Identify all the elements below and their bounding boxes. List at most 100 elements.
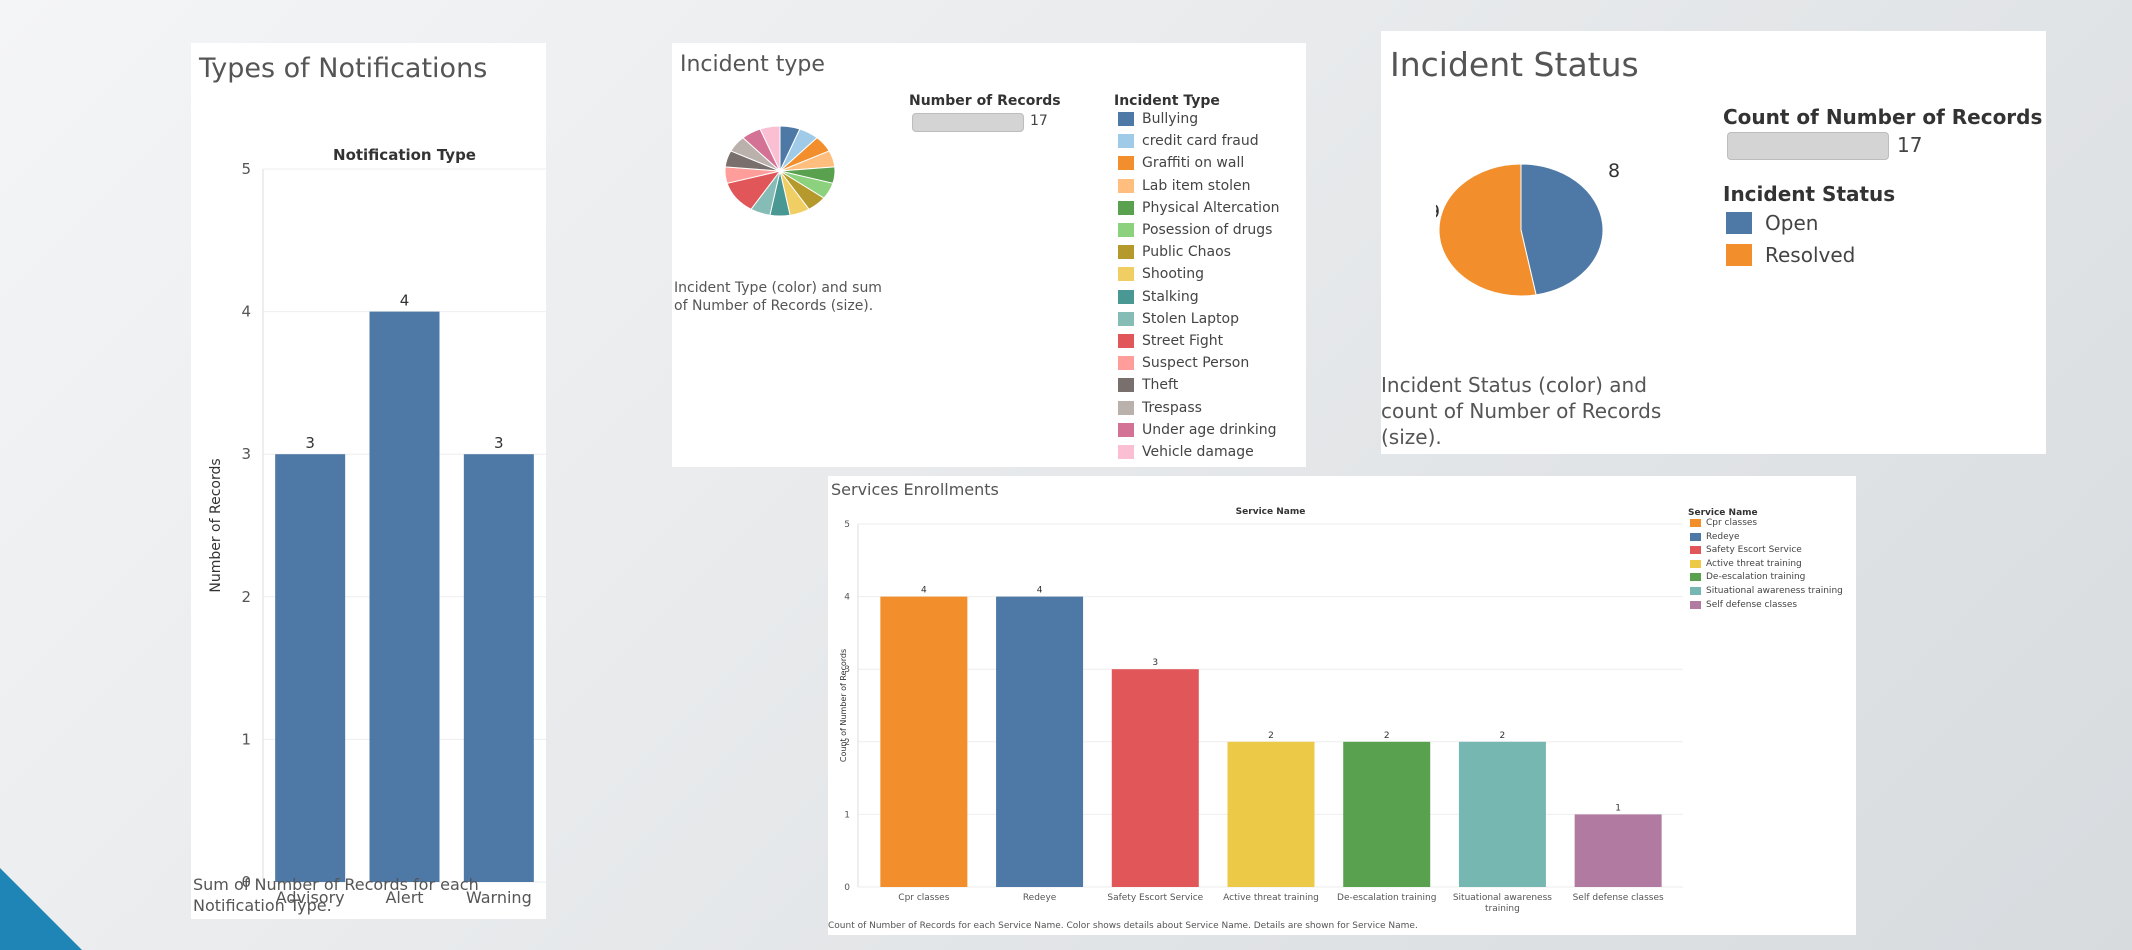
legend-swatch [1690, 519, 1701, 527]
bar-value-label: 3 [1152, 658, 1158, 668]
legend-swatch [1118, 178, 1134, 193]
legend-swatch [1118, 245, 1134, 260]
incident-type-legend-item: Public Chaos [1118, 244, 1231, 260]
incident-type-legend-item: Under age drinking [1118, 422, 1277, 438]
services-legend-item-safety-escort-service: Safety Escort Service [1690, 545, 1802, 555]
legend-swatch [1690, 587, 1701, 595]
incident-type-legend-item: Trespass [1118, 400, 1202, 416]
incident-status-slice-open [1520, 163, 1604, 296]
notifications-caption: Sum of Number of Records for each Notifi… [193, 875, 479, 915]
y-tick-label: 5 [844, 520, 850, 530]
y-tick-label: 0 [844, 883, 850, 893]
legend-label: Theft [1142, 377, 1179, 394]
y-tick-label: 4 [844, 593, 850, 603]
incident-type-legend-item: Posession of drugs [1118, 222, 1272, 238]
legend-swatch [1690, 600, 1701, 609]
incident-type-legend-item: Theft [1118, 377, 1178, 393]
incident-type-legend-item: Street Fight [1118, 333, 1223, 349]
legend-label: De-escalation training [1706, 572, 1806, 583]
legend-swatch [1690, 546, 1701, 555]
incident-status-pie-chart: 89 [1436, 160, 1620, 297]
y-axis-label: Count of Number of Records [839, 649, 848, 762]
legend-label: Resolved [1765, 243, 1856, 267]
bar-de-escalation-training [1343, 741, 1431, 887]
legend-swatch [1118, 378, 1134, 393]
legend-label: Open [1765, 211, 1819, 235]
corner-accent-shape [0, 868, 82, 950]
services-legend-item-cpr-classes: Cpr classes [1690, 518, 1757, 528]
legend-swatch [1118, 311, 1134, 326]
y-tick-label: 2 [241, 588, 251, 606]
slice-value-label-resolved: 9 [1436, 201, 1440, 223]
services-legend-item-active-threat-training: Active threat training [1690, 559, 1802, 569]
bar-cpr-classes [880, 596, 968, 887]
x-tick-label: training [1485, 904, 1520, 914]
legend-label: Graffiti on wall [1142, 155, 1245, 172]
slice-value-label-open: 8 [1608, 160, 1620, 182]
legend-label: Bullying [1142, 111, 1199, 127]
y-tick-label: 4 [241, 303, 251, 321]
bar-advisory [275, 454, 346, 882]
legend-label: Active threat training [1706, 558, 1802, 569]
incident-status-panel: Incident Status 89 Count of Number of Re… [1381, 31, 2046, 454]
legend-swatch [1118, 267, 1134, 282]
bar-value-label: 4 [1037, 586, 1043, 596]
legend-label: Physical Altercation [1142, 199, 1280, 216]
legend-label: Stalking [1142, 288, 1199, 305]
bar-warning [463, 454, 534, 882]
bar-situational-awareness-training [1458, 741, 1546, 887]
legend-label: Redeye [1706, 531, 1740, 542]
legend-label: Vehicle damage [1142, 444, 1254, 460]
incident-type-legend-item: Lab item stolen [1118, 178, 1251, 194]
notifications-title: Types of Notifications [199, 53, 488, 84]
bar-value-label: 2 [1500, 731, 1506, 741]
incident-type-size-legend-bar [912, 113, 1024, 132]
services-legend-item-redeye: Redeye [1690, 532, 1740, 542]
x-tick-label: Cpr classes [898, 893, 949, 903]
legend-swatch [1690, 532, 1701, 541]
incident-type-legend-title: Incident Type [1114, 93, 1220, 109]
notifications-panel: Types of Notifications Notification Type… [191, 43, 546, 919]
legend-label: Safety Escort Service [1706, 545, 1802, 556]
legend-swatch [1118, 112, 1134, 126]
incident-type-title: Incident type [680, 52, 825, 77]
legend-label: Street Fight [1142, 333, 1224, 349]
services-panel: Services Enrollments Service Name 0 1 2 3 4 5 C… [828, 476, 1856, 935]
legend-swatch [1690, 559, 1701, 568]
services-legend-item-situational-awareness-training: Situational awareness training [1690, 586, 1843, 596]
incident-type-legend-item: credit card fraud [1118, 133, 1259, 149]
x-tick-label: Situational awareness [1453, 893, 1552, 903]
legend-swatch [1118, 156, 1134, 171]
notifications-chart-title: Notification Type [333, 146, 476, 164]
legend-swatch [1118, 223, 1134, 237]
legend-label: Public Chaos [1142, 244, 1231, 261]
x-tick-label: Active threat training [1223, 893, 1319, 903]
incident-type-legend-item: Stolen Laptop [1118, 311, 1239, 327]
legend-label: Posession of drugs [1142, 222, 1273, 238]
services-chart-title: Service Name [1236, 507, 1306, 517]
incident-type-caption: Incident Type (color) and sum of Number … [674, 280, 882, 315]
legend-swatch [1726, 212, 1752, 234]
y-axis-label: Number of Records [208, 458, 224, 592]
bar-value-label: 4 [921, 586, 927, 596]
legend-swatch [1726, 244, 1752, 266]
legend-label: Cpr classes [1706, 518, 1758, 528]
legend-label: Shooting [1142, 266, 1205, 283]
legend-swatch [1118, 134, 1134, 149]
x-tick-label: Redeye [1023, 893, 1057, 903]
incident-status-size-legend-value: 17 [1897, 133, 1923, 157]
legend-label: Lab item stolen [1142, 177, 1251, 194]
legend-swatch [1118, 334, 1134, 348]
incident-type-legend-item: Graffiti on wall [1118, 155, 1244, 171]
incident-status-caption: Incident Status (color) and count of Num… [1381, 373, 1662, 449]
bar-self-defense-classes [1574, 814, 1662, 887]
legend-swatch [1118, 356, 1134, 371]
legend-swatch [1118, 400, 1134, 415]
incident-type-pie-chart [724, 125, 836, 217]
incident-status-size-legend-bar [1727, 132, 1889, 160]
incident-status-title: Incident Status [1390, 45, 1639, 84]
incident-status-size-legend-title: Count of Number of Records [1723, 105, 2043, 129]
incident-type-legend-item: Bullying [1118, 111, 1198, 127]
legend-label: Under age drinking [1142, 421, 1277, 438]
bar-alert [369, 311, 440, 883]
